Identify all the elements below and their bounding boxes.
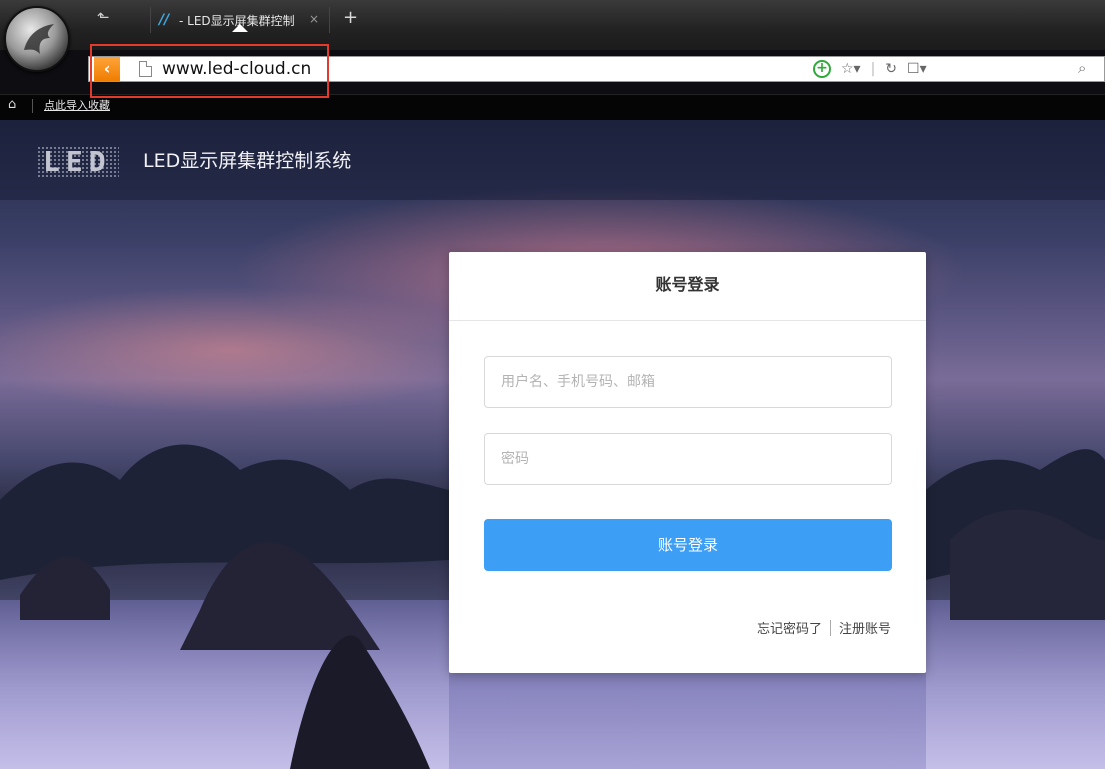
login-card-title: 账号登录 bbox=[449, 252, 926, 321]
led-logo: LED bbox=[37, 146, 119, 178]
home-icon[interactable]: ⌂ bbox=[8, 97, 16, 112]
browser-chrome: ⬑ // - LED显示屏集群控制 × + ‹ www.led-cloud.cn… bbox=[0, 0, 1105, 120]
tab-favicon-icon: // bbox=[159, 12, 170, 28]
browser-logo-icon bbox=[24, 24, 54, 54]
site-header: LED LED显示屏集群控制系统 bbox=[0, 120, 1105, 200]
tab-pointer bbox=[232, 24, 248, 32]
undo-icon[interactable]: ⬑ bbox=[97, 8, 110, 26]
password-input[interactable] bbox=[485, 434, 891, 484]
username-input[interactable] bbox=[485, 357, 891, 407]
site-title: LED显示屏集群控制系统 bbox=[143, 150, 352, 172]
login-page: LED LED显示屏集群控制系统 账号登录 账号登录 忘记密码了 注册账号 bbox=[0, 120, 1105, 769]
tab-close-icon[interactable]: × bbox=[309, 12, 319, 26]
import-bookmarks-link[interactable]: 点此导入收藏 bbox=[44, 97, 110, 113]
login-button[interactable]: 账号登录 bbox=[484, 519, 892, 571]
favorite-star-icon[interactable]: ☆▾ bbox=[841, 61, 861, 77]
browser-menu-button[interactable] bbox=[4, 6, 70, 72]
address-tools: + ☆▾ | ↻ ☐▾ bbox=[813, 60, 927, 78]
bookmark-divider bbox=[32, 99, 33, 113]
password-field bbox=[484, 433, 892, 485]
register-link[interactable]: 注册账号 bbox=[839, 618, 891, 637]
auth-links: 忘记密码了 注册账号 bbox=[757, 618, 891, 637]
search-icon[interactable]: ⌕ bbox=[1078, 59, 1086, 77]
new-tab-button[interactable]: + bbox=[343, 9, 358, 27]
username-field bbox=[484, 356, 892, 408]
url-highlight-box bbox=[90, 44, 329, 98]
refresh-icon[interactable]: ↻ bbox=[885, 61, 897, 77]
page-menu-icon[interactable]: ☐▾ bbox=[907, 61, 927, 77]
add-extension-icon[interactable]: + bbox=[813, 60, 831, 78]
login-card: 账号登录 账号登录 忘记密码了 注册账号 bbox=[449, 252, 926, 673]
link-divider bbox=[829, 619, 831, 636]
forgot-password-link[interactable]: 忘记密码了 bbox=[757, 618, 822, 637]
logo-text: LED bbox=[43, 145, 112, 178]
toolbar-divider: | bbox=[870, 61, 876, 77]
